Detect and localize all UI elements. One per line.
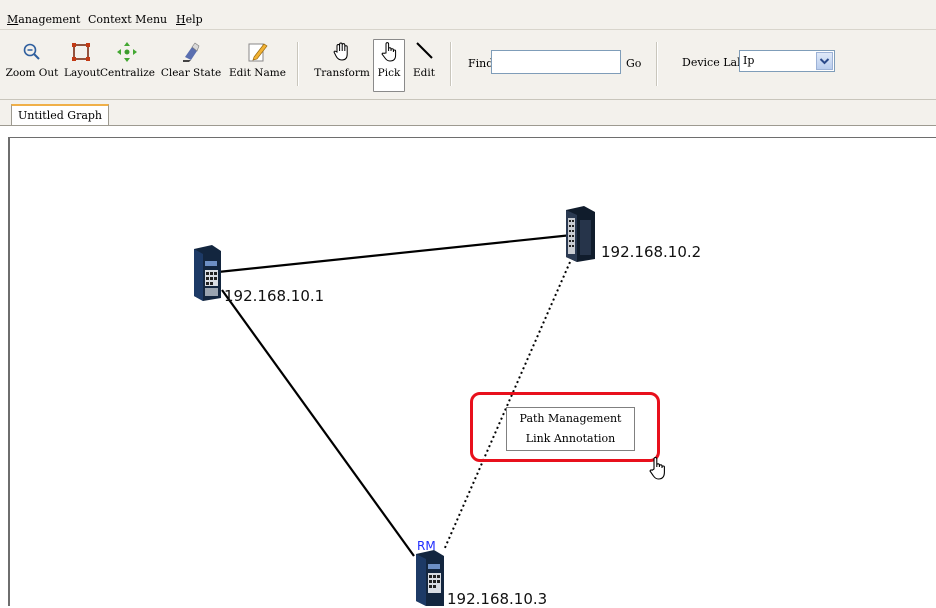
- switch-icon[interactable]: [566, 206, 595, 262]
- hand-cursor-icon: [649, 456, 665, 480]
- rm-badge: RM: [417, 539, 436, 553]
- context-item-link-annotation[interactable]: Link Annotation: [507, 429, 634, 448]
- switch-icon[interactable]: [194, 245, 221, 301]
- context-item-path-management[interactable]: Path Management: [507, 409, 634, 428]
- context-menu: Path Management Link Annotation: [506, 407, 635, 451]
- node-label: 192.168.10.3: [447, 590, 548, 608]
- graph-links: [194, 206, 595, 606]
- link-n1-n3[interactable]: [221, 289, 415, 557]
- node-label: 192.168.10.1: [224, 287, 325, 305]
- link-n1-n2[interactable]: [217, 233, 573, 274]
- switch-icon[interactable]: [416, 550, 444, 606]
- node-label: 192.168.10.2: [601, 243, 702, 261]
